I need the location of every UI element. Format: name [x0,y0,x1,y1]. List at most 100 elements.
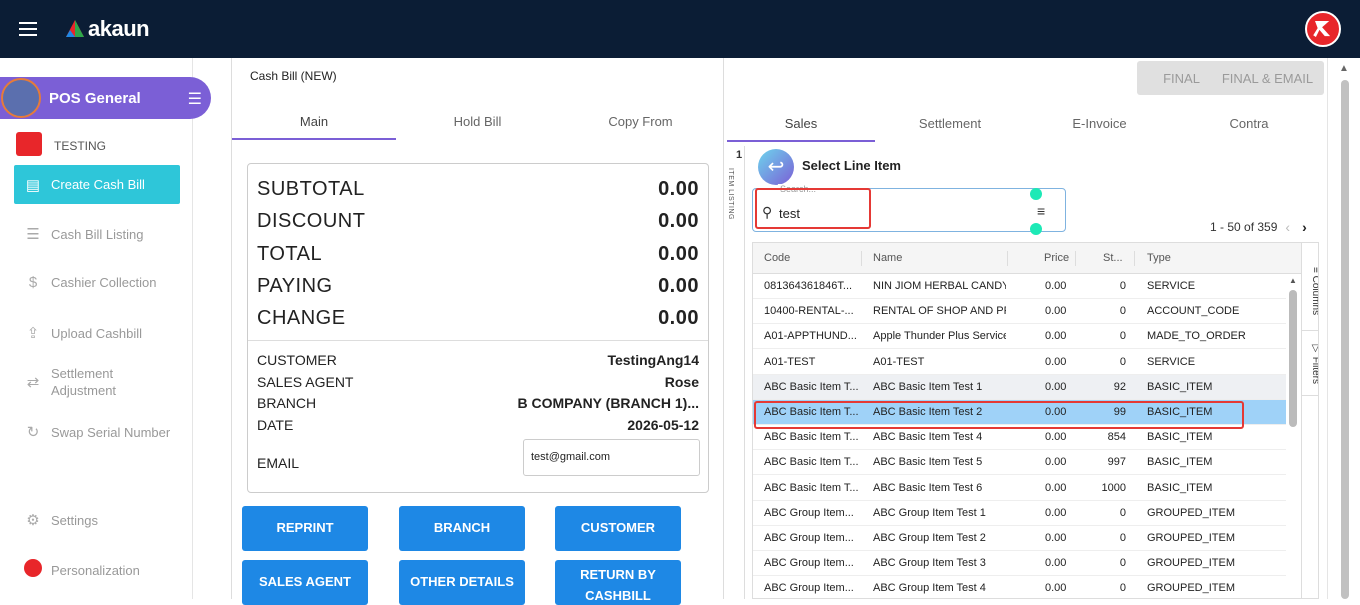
table-row[interactable]: ABC Basic Item T... ABC Basic Item Test 1… [753,374,1286,400]
page-scroll-thumb[interactable] [1341,80,1349,599]
tab-e-invoice[interactable]: E-Invoice [1025,106,1174,142]
cell-type: SERVICE [1147,355,1196,368]
scroll-up-icon[interactable]: ▲ [1289,276,1297,285]
table-row[interactable]: A01-APPTHUND... Apple Thunder Plus Servic… [753,324,1286,350]
sales-agent-button[interactable]: SALES AGENT [242,560,368,605]
table-row[interactable]: ABC Group Item... ABC Group Item Test 4 0.… [753,576,1286,598]
columns-tool-button[interactable]: ≡ Columns [1302,267,1318,315]
cell-code: ABC Group Item... [764,557,854,570]
cell-stock: 1000 [1101,481,1126,494]
return-by-cashbill-button[interactable]: RETURN BY CASHBILL [555,560,681,605]
cell-code: A01-TEST [764,355,816,368]
tab-main[interactable]: Main [232,104,396,140]
column-header-stock[interactable]: St... [1103,252,1123,264]
final-email-button[interactable]: FINAL & EMAIL [1211,61,1324,95]
table-row[interactable]: ABC Group Item... ABC Group Item Test 1 0.… [753,501,1286,526]
sidebar-item-settings[interactable]: ⚙ Settings [14,511,180,529]
cell-type: GROUPED_ITEM [1147,557,1236,570]
cell-code: ABC Basic Item T... [764,431,859,444]
column-header-code[interactable]: Code [764,252,790,264]
column-header-price[interactable]: Price [1044,252,1069,264]
sidebar-item-personalization[interactable]: Personalization [14,559,180,581]
date-row: DATE 2026-05-12 [257,417,699,433]
grid-scroll-thumb[interactable] [1289,290,1297,427]
paying-row: PAYING 0.00 [257,275,699,298]
brand-logo[interactable]: akaun [64,16,150,42]
tab-contra[interactable]: Contra [1174,106,1324,142]
gear-icon: ⚙ [26,512,40,529]
branch-label: BRANCH [257,395,317,411]
filters-tool-button[interactable]: ▽ Filters [1302,343,1318,384]
user-logo-icon [23,559,43,581]
dollar-icon: $ [28,274,38,291]
table-row[interactable]: 10400-RENTAL-... RENTAL OF SHOP AND PREI 0… [753,299,1286,325]
column-separator[interactable] [861,251,862,266]
cell-code: ABC Basic Item T... [764,380,859,393]
table-row[interactable]: ABC Basic Item T... ABC Basic Item Test 6… [753,476,1286,501]
table-row[interactable]: ABC Basic Item T... ABC Basic Item Test 5… [753,450,1286,476]
subtotal-value: 0.00 [658,178,699,200]
column-header-type[interactable]: Type [1147,252,1171,264]
sidebar-item-upload-cashbill[interactable]: ⇪ Upload Cashbill [14,324,180,342]
menu-icon[interactable] [19,22,37,36]
resize-handle-top[interactable] [1030,188,1042,200]
paying-label: PAYING [257,275,333,297]
tab-sales[interactable]: Sales [727,106,875,142]
paying-value: 0.00 [658,275,699,297]
sidebar-item-cash-bill-listing[interactable]: ☰ Cash Bill Listing [14,225,180,243]
other-details-button[interactable]: OTHER DETAILS [399,560,525,605]
table-row[interactable]: ABC Group Item... ABC Group Item Test 2 0.… [753,526,1286,551]
cell-type: BASIC_ITEM [1147,380,1213,393]
resize-handle-bottom[interactable] [1030,223,1042,235]
tab-copy-from[interactable]: Copy From [559,104,722,140]
chevron-left-icon[interactable]: ‹ [1285,219,1290,235]
branch-button[interactable]: BRANCH [399,506,525,551]
sidebar-item-settlement-adjustment[interactable]: ⇄ Settlement Adjustment [14,365,180,399]
tab-hold-bill[interactable]: Hold Bill [396,104,559,140]
user-avatar[interactable] [1305,11,1341,47]
company-name: TESTING [54,139,107,153]
item-listing-strip[interactable]: 1 ITEM LISTING [727,146,745,599]
back-arrow-icon[interactable]: ↩ [758,149,794,185]
app-title: POS General [49,89,141,107]
customer-label: CUSTOMER [257,352,337,368]
cell-name: ABC Group Item Test 4 [873,582,986,595]
scroll-up-icon[interactable]: ▲ [1339,63,1349,74]
column-separator[interactable] [1075,251,1076,266]
sales-tabs: Sales Settlement E-Invoice Contra [727,106,1324,142]
company-selector[interactable]: TESTING [16,132,106,156]
email-field[interactable]: test@gmail.com [523,439,700,476]
sidebar-item-label: Cashier Collection [51,275,157,290]
tab-settlement[interactable]: Settlement [875,106,1025,142]
table-row[interactable]: 081364361846T... NIN JIOM HERBAL CANDY G 0… [753,274,1286,299]
sidebar-item-cashier-collection[interactable]: $ Cashier Collection [14,274,180,291]
cell-name: RENTAL OF SHOP AND PREI [873,305,1006,318]
total-value: 0.00 [658,243,699,265]
table-row[interactable]: ABC Group Item... ABC Group Item Test 3 0.… [753,551,1286,577]
reprint-button[interactable]: REPRINT [242,506,368,551]
sidebar-item-create-cash-bill[interactable]: ▤ Create Cash Bill [14,165,180,204]
sidebar-item-label: Cash Bill Listing [51,226,144,242]
cell-name: ABC Basic Item Test 5 [873,456,983,469]
sales-panel: FINAL FINAL & EMAIL Sales Settlement E-I… [724,58,1327,599]
grid-scrollbar[interactable]: ▲ [1286,274,1301,598]
filter-icon[interactable]: ≡ [1037,203,1045,219]
cell-type: MADE_TO_ORDER [1147,330,1246,343]
column-separator[interactable] [1134,251,1135,266]
app-switcher[interactable]: POS General ☰ [0,77,211,119]
chevron-right-icon[interactable]: › [1302,219,1307,235]
column-header-name[interactable]: Name [873,252,902,264]
total-row: TOTAL 0.00 [257,243,699,266]
cell-stock: 854 [1107,431,1126,444]
collapse-sidebar-icon[interactable]: ☰ [188,89,202,109]
cell-price: 0.00 [1045,532,1067,544]
branch-row: BRANCH B COMPANY (BRANCH 1)... [257,395,699,411]
sidebar-item-swap-serial-number[interactable]: ↻ Swap Serial Number [14,423,180,441]
page-scrollbar[interactable]: ▲ [1327,58,1360,599]
customer-button[interactable]: CUSTOMER [555,506,681,551]
cell-stock: 0 [1119,506,1126,519]
table-row[interactable]: A01-TEST A01-TEST 0.00 0 SERVICE [753,350,1286,375]
cell-price: 0.00 [1045,380,1067,393]
column-separator[interactable] [1007,251,1008,266]
cash-register-icon: ▤ [25,176,41,194]
